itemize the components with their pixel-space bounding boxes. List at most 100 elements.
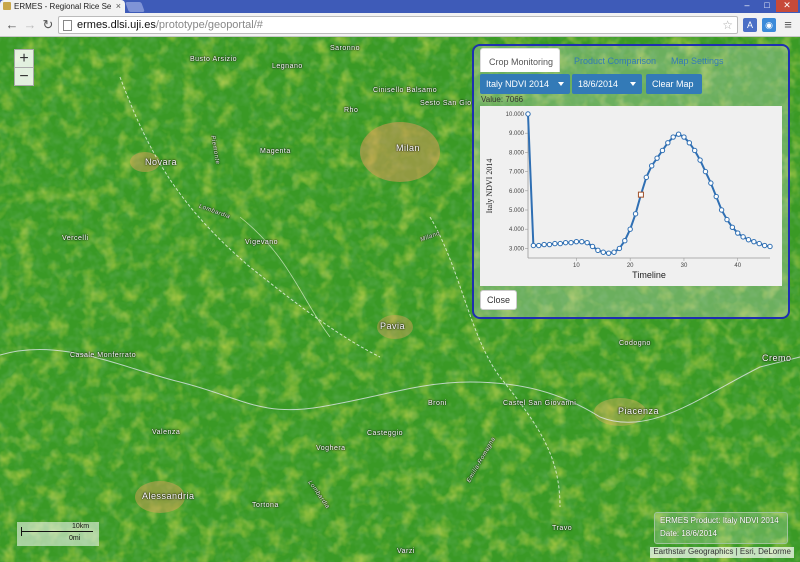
value-readout: Value: 7066	[481, 95, 524, 104]
data-point	[525, 111, 531, 117]
data-point	[713, 193, 719, 200]
product-label: ERMES Product: Italy NDVI 2014	[660, 516, 779, 525]
data-point	[751, 238, 757, 245]
data-point	[745, 237, 752, 243]
forward-icon[interactable]: →	[22, 17, 38, 33]
zoom-out-button[interactable]: −	[14, 67, 34, 86]
y-tick-label: 6.000	[509, 189, 525, 195]
data-point	[589, 243, 596, 250]
screenshot-extension-icon[interactable]: ◉	[762, 18, 776, 32]
data-point	[697, 157, 703, 163]
product-select[interactable]: Italy NDVI 2014	[480, 74, 570, 94]
y-tick-label: 3.000	[509, 246, 525, 252]
place-label: Casale Monferrato	[70, 352, 137, 359]
star-icon[interactable]: ☆	[722, 18, 733, 32]
data-point	[632, 211, 639, 217]
data-point	[665, 140, 671, 146]
tab-crop-monitoring[interactable]: Crop Monitoring	[480, 48, 560, 72]
data-point	[552, 240, 558, 247]
tab-strip: ERMES - Regional Rice Se × – □ ✕	[0, 0, 800, 13]
y-tick-label: 9.000	[509, 131, 525, 137]
date-select[interactable]: 18/6/2014	[572, 74, 642, 94]
place-label: Travo	[552, 525, 573, 532]
browser-tab[interactable]: ERMES - Regional Rice Se ×	[0, 0, 125, 13]
y-tick-label: 8.000	[509, 150, 525, 156]
product-select-value: Italy NDVI 2014	[486, 79, 550, 89]
selected-data-point	[637, 191, 644, 198]
data-point	[654, 155, 660, 161]
clear-map-button[interactable]: Clear Map	[646, 74, 702, 94]
data-point	[724, 216, 730, 223]
place-label: Milan	[396, 143, 421, 153]
data-point	[541, 241, 547, 248]
close-button[interactable]: Close	[480, 290, 517, 310]
new-tab-button[interactable]	[125, 2, 145, 12]
place-label: Sesto San Gio	[420, 100, 472, 107]
translate-extension-icon[interactable]: A	[743, 18, 757, 32]
place-label: Novara	[145, 157, 178, 167]
zoom-in-button[interactable]: +	[14, 49, 34, 68]
scale-bar: 10km 0mi	[17, 522, 99, 546]
y-tick-label: 7.000	[509, 170, 525, 176]
data-point	[584, 239, 590, 246]
reload-icon[interactable]: ↻	[40, 17, 56, 33]
data-point	[735, 230, 741, 236]
data-point	[627, 226, 633, 232]
page-icon	[63, 20, 72, 31]
data-point	[718, 207, 725, 213]
map-attribution[interactable]: Earthstar Geographics | Esri, DeLorme	[650, 547, 794, 558]
ndvi-chart: 10.000 9.000 8.000 7.000 6.000 5.000 4.000 3.00…	[480, 106, 782, 286]
url-input[interactable]: ermes.dlsi.uji.es/prototype/geoportal/# …	[58, 16, 738, 34]
minimize-icon[interactable]: –	[736, 0, 758, 12]
close-window-icon[interactable]: ✕	[776, 0, 798, 12]
y-tick-label: 4.000	[509, 227, 525, 233]
data-point	[546, 241, 553, 248]
product-info-box: ERMES Product: Italy NDVI 2014 Date: 18/…	[654, 512, 788, 544]
y-axis-label: Italy NDVI 2014	[485, 159, 494, 214]
data-point	[579, 238, 585, 245]
date-label: Date: 18/6/2014	[660, 529, 717, 538]
place-label: Casteggio	[367, 430, 404, 437]
data-point	[616, 245, 623, 252]
x-tick-label: 30	[681, 263, 688, 269]
browser-chrome: ERMES - Regional Rice Se × – □ ✕ ← → ↻ e…	[0, 0, 800, 37]
data-point	[761, 242, 768, 249]
x-tick-label: 40	[734, 263, 741, 269]
tab-map-settings[interactable]: Map Settings	[663, 48, 732, 72]
favicon-icon	[3, 2, 11, 10]
place-label: Tortona	[252, 502, 279, 509]
data-point	[568, 239, 574, 246]
data-point	[611, 249, 617, 255]
data-point	[686, 140, 693, 146]
url-host: ermes.dlsi.uji.es	[77, 19, 156, 31]
chevron-down-icon	[630, 82, 636, 86]
url-path: /prototype/geoportal/#	[155, 19, 263, 31]
data-point	[756, 240, 762, 247]
x-axis-label: Timeline	[632, 270, 666, 280]
ndvi-chart-svg: 10.000 9.000 8.000 7.000 6.000 5.000 4.000 3.00…	[480, 106, 782, 286]
place-label: Pavia	[380, 321, 406, 331]
data-point	[740, 234, 746, 240]
data-point	[702, 168, 709, 175]
place-label: Cremo	[762, 353, 792, 363]
data-point	[562, 239, 569, 246]
close-tab-icon[interactable]: ×	[116, 1, 121, 11]
data-point	[573, 238, 580, 245]
data-point	[605, 250, 612, 256]
y-tick-label: 10.000	[506, 112, 525, 118]
y-tick-label: 5.000	[509, 208, 525, 214]
place-label: Legnano	[272, 63, 303, 70]
menu-icon[interactable]: ≡	[781, 18, 795, 32]
scale-km-label: 10km	[72, 523, 90, 530]
place-label: Castel San Giovanni	[503, 400, 577, 407]
data-point	[675, 131, 682, 137]
data-point	[692, 147, 698, 154]
place-label: Piacenza	[618, 406, 660, 416]
place-label: Busto Arsizio	[190, 56, 237, 63]
date-select-value: 18/6/2014	[578, 79, 619, 89]
place-label: Cinisello Balsamo	[373, 87, 438, 94]
back-icon[interactable]: ←	[4, 17, 20, 33]
data-point	[708, 180, 714, 186]
maximize-icon[interactable]: □	[756, 0, 778, 12]
tab-product-comparison[interactable]: Product Comparison	[566, 48, 664, 72]
